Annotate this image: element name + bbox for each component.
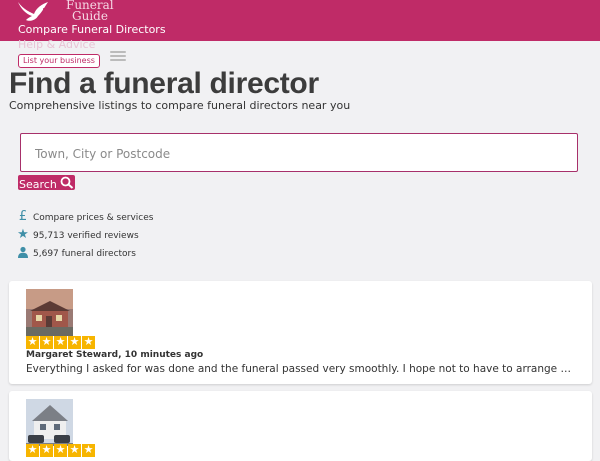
nav-help-advice[interactable]: Help & Advice xyxy=(18,38,95,51)
star-icon: ★ xyxy=(17,227,29,242)
list-your-business-button[interactable]: List your business xyxy=(18,54,100,68)
logo-text: Funeral Guide xyxy=(66,0,114,22)
page-title: Find a funeral director xyxy=(9,67,319,100)
search-button[interactable]: Search xyxy=(18,175,75,191)
feature-label: 95,713 verified reviews xyxy=(33,231,139,241)
star-icon xyxy=(40,335,53,349)
search-box xyxy=(20,133,578,172)
menu-icon[interactable] xyxy=(110,51,126,63)
reviewer-name: Margaret Steward, 10 minutes ago xyxy=(26,350,204,360)
funeral-home-photo[interactable] xyxy=(26,289,73,336)
star-icon xyxy=(82,335,95,349)
review-card[interactable] xyxy=(9,391,592,461)
feature-label: Compare prices & services xyxy=(33,213,154,223)
site-header: Funeral Guide Compare Funeral Directors xyxy=(0,0,600,41)
funeral-home-photo[interactable] xyxy=(26,399,73,446)
search-icon xyxy=(60,176,74,189)
review-text: Everything I asked for was done and the … xyxy=(26,363,576,375)
star-icon xyxy=(40,443,53,457)
star-icon xyxy=(82,443,95,457)
review-card[interactable]: Margaret Steward, 10 minutes ago Everyth… xyxy=(9,281,592,384)
logo-text-line2: Guide xyxy=(72,9,108,23)
page-subtitle: Comprehensive listings to compare funera… xyxy=(9,99,351,112)
star-rating xyxy=(26,443,96,460)
search-button-label: Search xyxy=(19,178,57,191)
pound-icon: £ xyxy=(18,209,28,224)
star-icon xyxy=(26,335,39,349)
star-icon xyxy=(68,443,81,457)
dove-icon xyxy=(18,2,48,21)
nav-compare-funeral-directors[interactable]: Compare Funeral Directors xyxy=(18,23,166,36)
person-icon xyxy=(17,246,29,260)
location-search-input[interactable] xyxy=(33,143,557,165)
star-icon xyxy=(26,443,39,457)
feature-label: 5,697 funeral directors xyxy=(33,249,136,259)
star-icon xyxy=(68,335,81,349)
star-icon xyxy=(54,335,67,349)
star-icon xyxy=(54,443,67,457)
